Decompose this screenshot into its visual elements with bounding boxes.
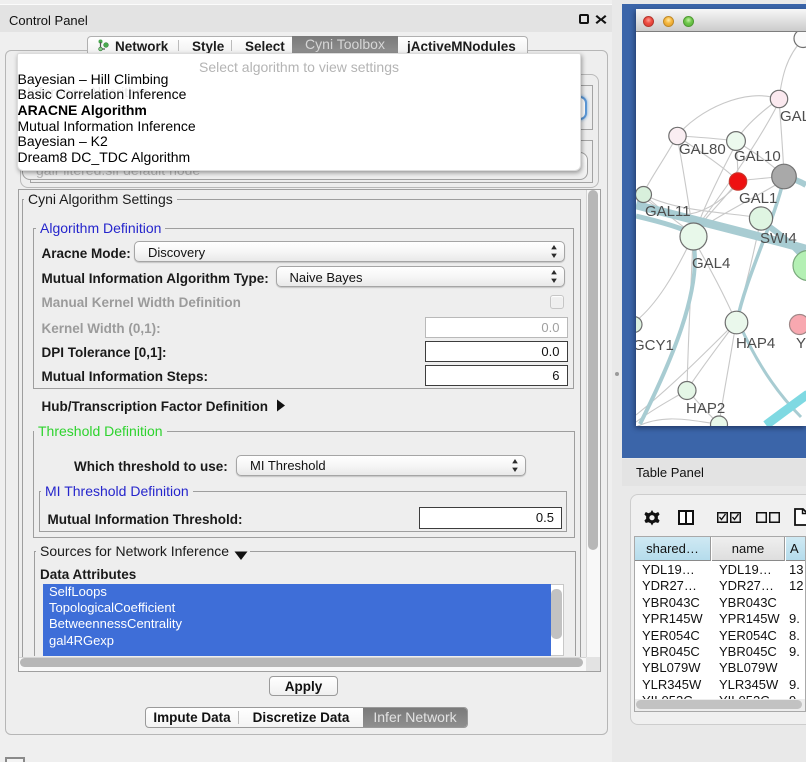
svg-text:GCY1: GCY1 <box>636 337 674 354</box>
svg-text:Y: Y <box>796 335 806 352</box>
svg-text:GAL4: GAL4 <box>692 255 730 272</box>
svg-text:GAL11: GAL11 <box>645 203 691 220</box>
svg-text:HAP2: HAP2 <box>686 400 725 417</box>
svg-text:GAL: GAL <box>780 108 806 125</box>
svg-text:SWI4: SWI4 <box>760 230 797 247</box>
svg-text:HAP4: HAP4 <box>736 335 775 352</box>
svg-text:GAL10: GAL10 <box>734 148 781 165</box>
svg-text:GAL1: GAL1 <box>739 190 777 207</box>
svg-text:GAL80: GAL80 <box>679 141 726 158</box>
